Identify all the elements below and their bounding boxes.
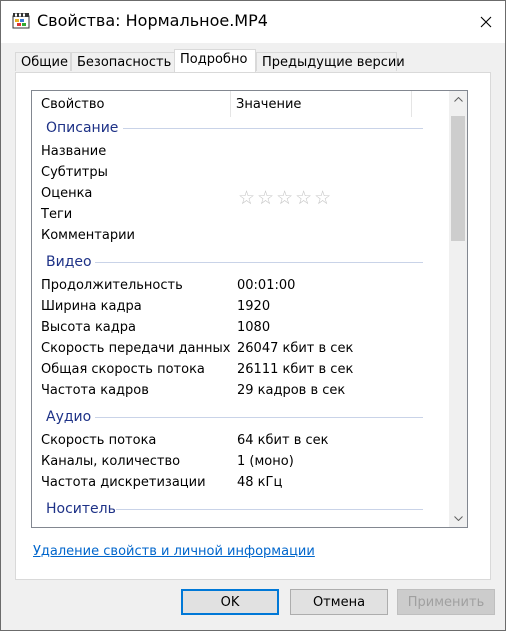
title-bar[interactable]: Свойства: Нормальное.MP4 [1,1,505,43]
prop-name: Комментарии [41,228,135,243]
cancel-button[interactable]: Отмена [290,589,388,615]
prop-name: Субтитры [41,165,108,180]
window-title: Свойства: Нормальное.MP4 [37,11,268,30]
rating-stars[interactable]: ☆☆☆☆☆ [238,187,333,209]
list-header: Свойство Значение [32,91,450,117]
prop-name: Скорость передачи данных [41,341,231,356]
prop-name: Название [41,144,107,159]
details-panel: Свойство Значение Описание Название Субт… [15,72,491,580]
prop-name: Скорость потока [41,433,157,448]
close-icon [480,16,492,28]
property-list[interactable]: Свойство Значение Описание Название Субт… [31,90,468,528]
prop-name: Частота кадров [41,383,149,398]
vertical-scrollbar[interactable] [449,91,467,527]
tab-details[interactable]: Подробно [174,49,256,72]
video-file-icon [12,12,30,30]
group-description-title: Описание [46,120,119,136]
scroll-down-arrow-icon[interactable] [449,510,467,527]
column-header-value[interactable]: Значение [236,97,301,112]
scrollbar-thumb[interactable] [451,116,465,241]
prop-name: Оценка [41,186,93,201]
prop-value: 1 (моно) [237,454,294,469]
group-divider [123,128,423,129]
apply-button[interactable]: Применить [397,589,495,615]
tab-security[interactable]: Безопасность [71,52,175,71]
prop-value: 64 кбит в сек [237,433,329,448]
prop-value: 48 кГц [237,475,283,490]
prop-name: Продолжительность [41,278,183,293]
column-divider[interactable] [230,91,231,117]
column-divider[interactable] [411,91,412,117]
prop-name: Частота дискретизации [41,475,206,490]
close-button[interactable] [473,9,499,35]
prop-name: Теги [41,207,73,222]
tab-general[interactable]: Общие [15,52,71,71]
prop-value: 1920 [237,299,271,314]
prop-name: Высота кадра [41,320,136,335]
properties-dialog: Свойства: Нормальное.MP4 Общие Безопасно… [0,0,506,631]
column-header-property[interactable]: Свойство [41,97,104,112]
ok-button[interactable]: OK [181,589,279,615]
group-divider [95,262,423,263]
prop-value: 1080 [237,320,271,335]
prop-value: 26047 кбит в сек [237,341,354,356]
prop-value: 00:01:00 [237,278,296,293]
group-media-title: Носитель [46,501,116,517]
scroll-up-arrow-icon[interactable] [449,91,467,108]
remove-properties-link[interactable]: Удаление свойств и личной информации [33,544,315,559]
group-divider [95,417,423,418]
prop-value: 29 кадров в сек [237,383,346,398]
group-video-title: Видео [46,254,92,270]
group-divider [116,509,423,510]
dialog-footer: OK Отмена Применить [1,581,505,630]
prop-name: Общая скорость потока [41,362,205,377]
prop-value: 26111 кбит в сек [237,362,354,377]
group-audio-title: Аудио [46,409,92,425]
prop-name: Ширина кадра [41,299,142,314]
tab-previous-versions[interactable]: Предыдущие версии [256,52,405,71]
prop-name: Каналы, количество [41,454,181,469]
